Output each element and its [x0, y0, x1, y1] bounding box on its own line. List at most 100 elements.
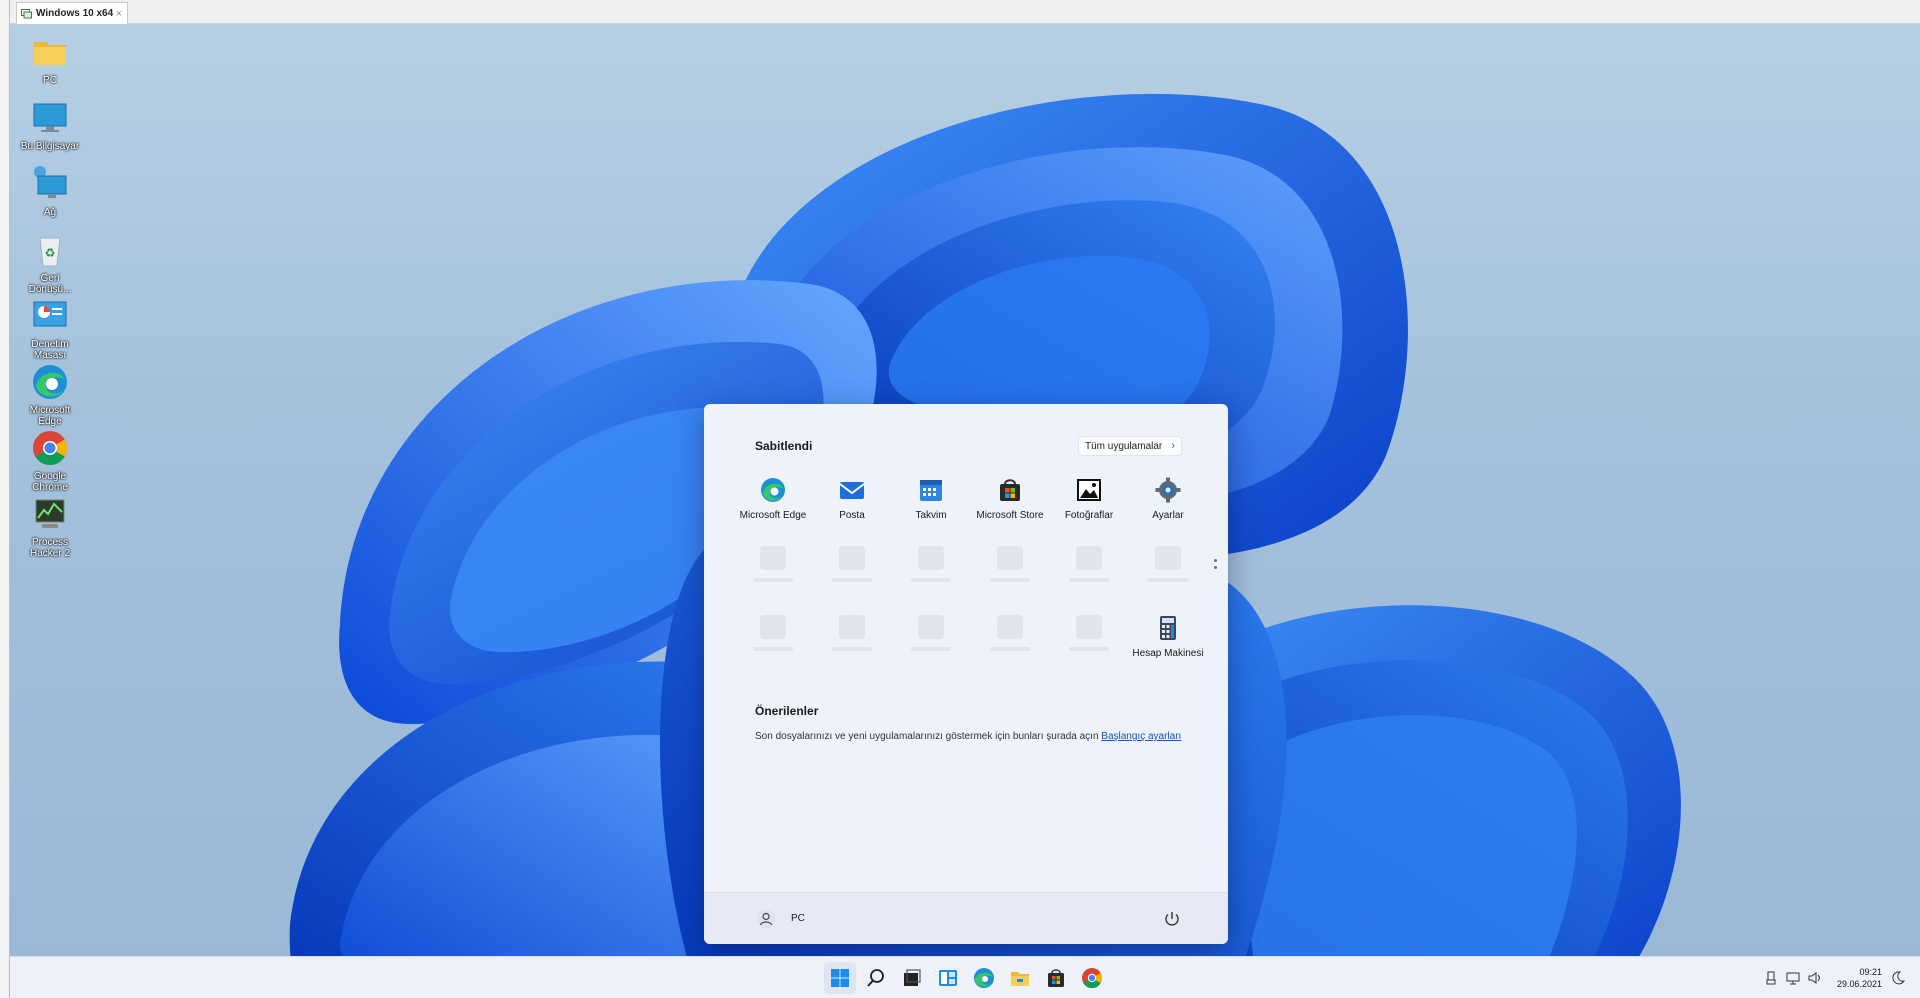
taskbar: 09:21 29.06.2021 [10, 956, 1920, 998]
mail-icon [839, 482, 865, 499]
pinned-app-label: Microsoft Store [976, 510, 1044, 521]
photos-icon [1077, 479, 1101, 501]
user-name[interactable]: PC [791, 913, 805, 924]
desktop-icon-label: Bu Bilgisayar [20, 141, 80, 152]
usb-icon[interactable] [1763, 970, 1779, 986]
user-avatar-icon[interactable] [756, 909, 776, 929]
pinned-app-label: Ayarlar [1152, 510, 1184, 521]
pinned-app-placeholder [832, 546, 872, 582]
all-apps-button[interactable]: Tüm uygulamalar › [1078, 436, 1182, 456]
desktop-icon-label: Google Chrome [32, 471, 68, 493]
start-menu: Sabitlendi Tüm uygulamalar › Microsoft E… [704, 404, 1228, 944]
pinned-section-title: Sabitlendi [755, 439, 813, 453]
taskbar-file-explorer-button[interactable] [1004, 962, 1036, 994]
control-panel-icon [33, 301, 67, 327]
pinned-app-placeholder [1069, 615, 1109, 651]
pinned-app-settings[interactable]: Ayarlar [1129, 476, 1207, 521]
pinned-app-placeholder [1069, 546, 1109, 582]
recommended-section-title: Önerilenler [755, 704, 819, 718]
store-icon [1048, 969, 1064, 987]
edge-icon [974, 968, 994, 988]
desktop-icon-label: Microsoft Edge [29, 405, 71, 427]
pinned-app-edge[interactable]: Microsoft Edge [734, 476, 812, 521]
desktop-icon-process-hacker[interactable]: Process Hacker 2 [18, 494, 82, 559]
svg-text:♻: ♻ [45, 246, 56, 260]
start-settings-link[interactable]: Başlangıç ayarları [1101, 731, 1181, 742]
task-view-icon [904, 969, 921, 986]
taskbar-store-button[interactable] [1040, 962, 1072, 994]
edge-icon [33, 365, 67, 399]
pinned-app-label: Posta [839, 510, 865, 521]
pinned-app-calculator[interactable]: Hesap Makinesi [1129, 614, 1207, 659]
file-explorer-icon [1011, 972, 1029, 986]
calendar-icon [920, 480, 942, 501]
pinned-app-placeholder [832, 615, 872, 651]
vm-host-tab-bar: Windows 10 x64 × [0, 0, 1920, 24]
taskbar-chrome-button[interactable] [1076, 962, 1108, 994]
pinned-page-indicator[interactable] [1213, 559, 1219, 579]
desktop-icon-pc-folder[interactable]: PC [18, 32, 82, 86]
vm-tab-windows10[interactable]: Windows 10 x64 × [16, 2, 128, 24]
calculator-icon [1160, 616, 1176, 640]
desktop-icon-label: Process Hacker 2 [29, 537, 70, 559]
vm-host-left-strip [0, 0, 10, 998]
chevron-right-icon: › [1171, 440, 1175, 452]
pinned-app-placeholder [1148, 546, 1188, 582]
pinned-app-placeholder [753, 546, 793, 582]
power-icon[interactable] [1162, 909, 1182, 929]
focus-assist-moon-icon[interactable] [1890, 970, 1906, 986]
taskbar-search-button[interactable] [860, 962, 892, 994]
start-menu-footer: PC [704, 892, 1228, 944]
computer-icon [33, 103, 67, 132]
pinned-app-store[interactable]: Microsoft Store [971, 476, 1049, 521]
vm-tab-close-button[interactable]: × [116, 8, 122, 20]
desktop-icon-label: Denetim Masası [31, 339, 69, 361]
vm-icon [21, 9, 32, 19]
chrome-icon [33, 431, 67, 465]
clock-time: 09:21 [1859, 967, 1882, 977]
chrome-icon [1082, 968, 1103, 989]
taskbar-edge-button[interactable] [968, 962, 1000, 994]
desktop-icon-label: Ağ [43, 207, 57, 218]
desktop-icon-edge[interactable]: Microsoft Edge [18, 362, 82, 427]
pinned-app-placeholder [911, 615, 951, 651]
all-apps-label: Tüm uygulamalar [1085, 440, 1163, 452]
search-icon [867, 969, 884, 987]
desktop-icon-this-pc[interactable]: Bu Bilgisayar [18, 98, 82, 152]
desktop-icon-label: PC [43, 75, 57, 86]
pinned-app-placeholder [753, 615, 793, 651]
taskbar-widgets-button[interactable] [932, 962, 964, 994]
taskbar-task-view-button[interactable] [896, 962, 928, 994]
pinned-app-label: Microsoft Edge [739, 510, 807, 521]
network-icon[interactable] [1785, 970, 1801, 986]
pinned-app-label: Hesap Makinesi [1132, 648, 1204, 659]
widgets-icon [939, 970, 957, 986]
pinned-app-label: Takvim [915, 510, 947, 521]
settings-icon [1155, 477, 1181, 503]
desktop-icon-control-panel[interactable]: Denetim Masası [18, 296, 82, 361]
start-icon [831, 969, 849, 987]
vm-tab-title: Windows 10 x64 [36, 8, 114, 19]
desktop-icon-recycle-bin[interactable]: ♻ Geri Dönüşü... [18, 230, 82, 295]
edge-icon [761, 478, 785, 502]
pinned-app-calendar[interactable]: Takvim [892, 476, 970, 521]
recommended-message: Son dosyalarınızı ve yeni uygulamalarını… [755, 731, 1181, 742]
pinned-app-placeholder [911, 546, 951, 582]
taskbar-start-button[interactable] [824, 962, 856, 994]
pinned-app-label: Fotoğraflar [1064, 510, 1114, 521]
recommended-message-text: Son dosyalarınızı ve yeni uygulamalarını… [755, 731, 1099, 742]
pinned-app-photos[interactable]: Fotoğraflar [1050, 476, 1128, 521]
network-icon [34, 166, 67, 198]
process-hacker-icon [35, 499, 65, 528]
store-icon [1000, 479, 1020, 501]
desktop-icon-network[interactable]: Ağ [18, 164, 82, 218]
pinned-app-placeholder [990, 546, 1030, 582]
pinned-app-mail[interactable]: Posta [813, 476, 891, 521]
recycle-bin-icon: ♻ [39, 237, 61, 267]
desktop-icon-chrome[interactable]: Google Chrome [18, 428, 82, 493]
clock-date: 29.06.2021 [1836, 979, 1882, 989]
guest-desktop: PC Bu Bilgisayar Ağ ♻ Geri Dönüşü... Den… [10, 24, 1920, 998]
volume-icon[interactable] [1807, 970, 1823, 986]
taskbar-clock[interactable]: 09:21 29.06.2021 [1837, 966, 1882, 990]
pinned-app-placeholder [990, 615, 1030, 651]
